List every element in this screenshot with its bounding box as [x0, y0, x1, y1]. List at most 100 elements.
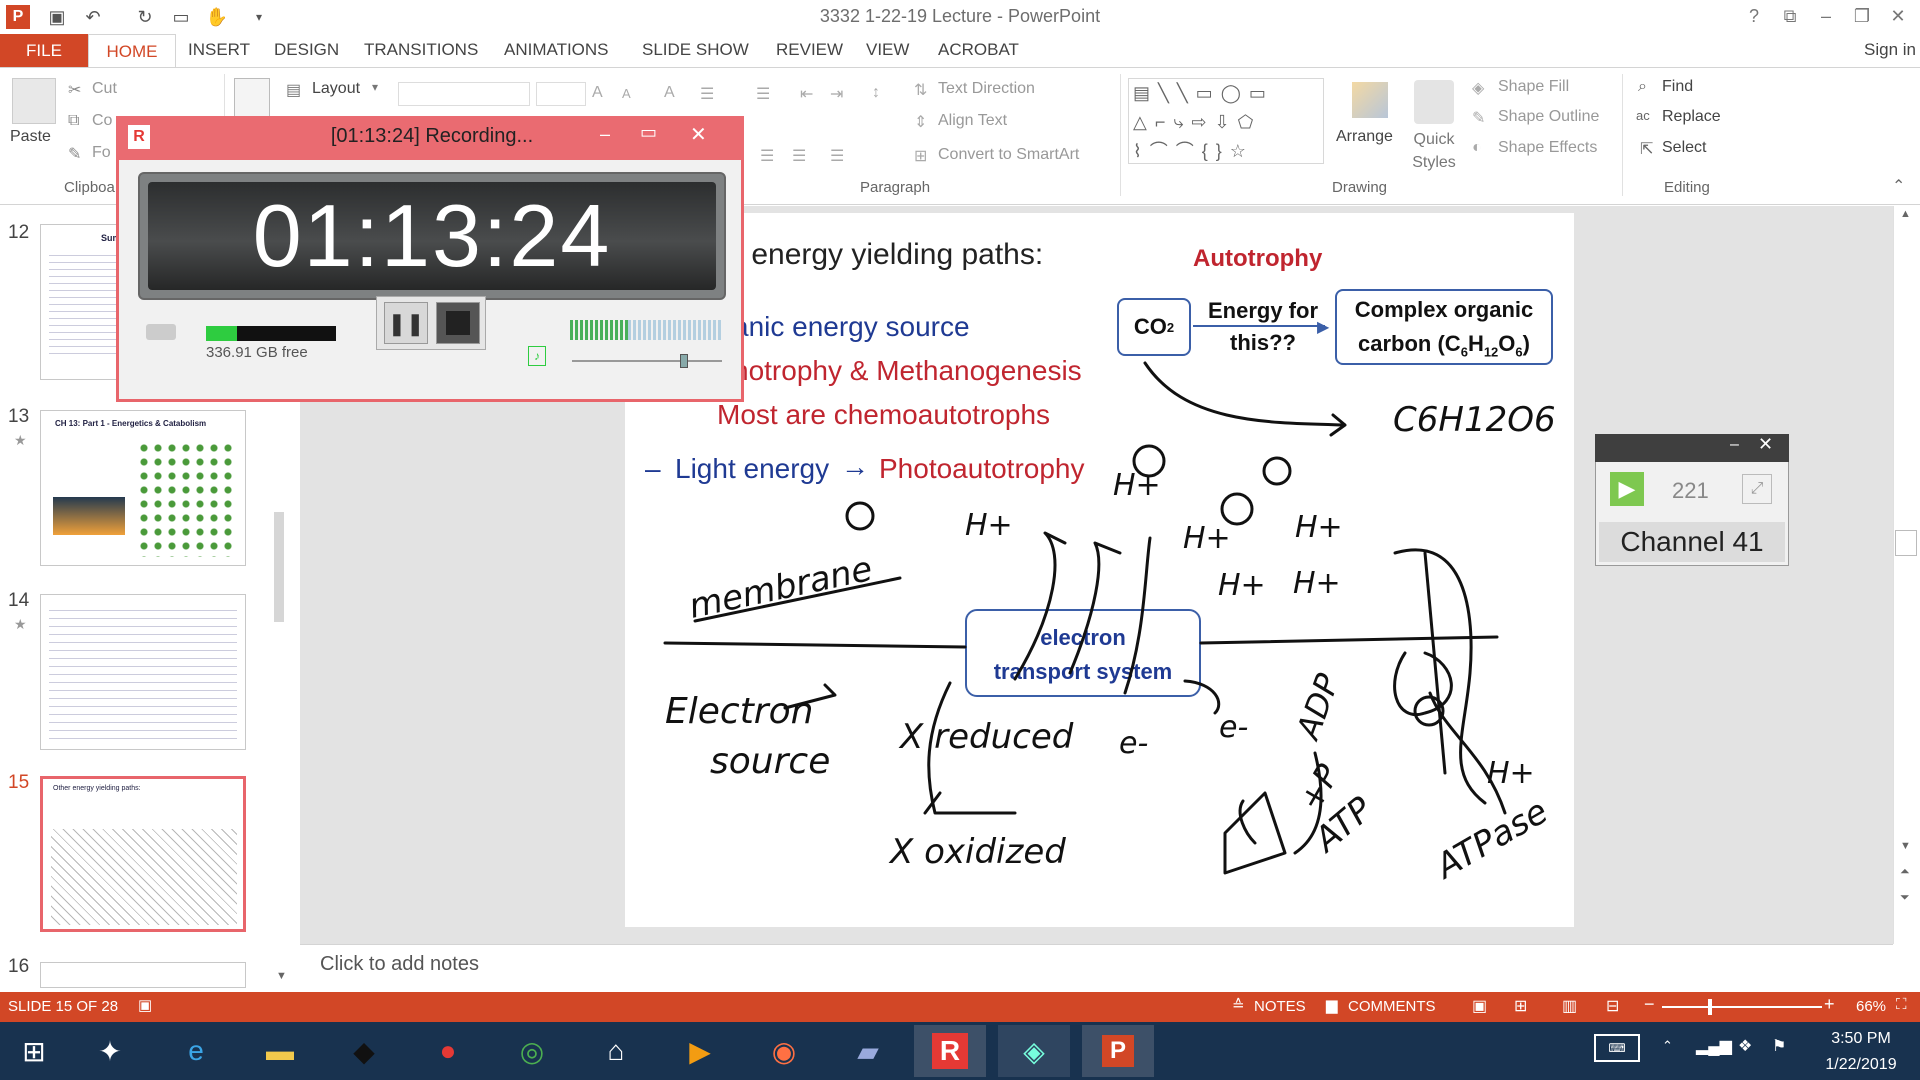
- minimize-icon[interactable]: –: [1808, 2, 1844, 30]
- quick-styles-button[interactable]: Quick Styles: [1412, 128, 1456, 174]
- keyboard-icon[interactable]: ⌨: [1594, 1034, 1640, 1062]
- fit-to-window-icon[interactable]: ⛶: [1896, 996, 1907, 1013]
- shape-outline-button[interactable]: Shape Outline: [1498, 108, 1599, 126]
- tab-file[interactable]: FILE: [0, 34, 88, 68]
- notes-placeholder[interactable]: Click to add notes: [320, 953, 479, 976]
- help-icon[interactable]: ?: [1736, 2, 1772, 30]
- internet-explorer-icon[interactable]: e: [166, 1025, 226, 1077]
- slide-scroll-thumb[interactable]: [1895, 530, 1917, 556]
- zoom-slider-thumb[interactable]: [1708, 999, 1712, 1015]
- network-icon[interactable]: ▂▄▆: [1696, 1036, 1732, 1056]
- windows-start-icon[interactable]: ⊞: [4, 1025, 64, 1077]
- ribbon-display-options-icon[interactable]: ⧉: [1772, 2, 1808, 30]
- taskbar-time[interactable]: 3:50 PM: [1816, 1030, 1906, 1048]
- arrange-button[interactable]: Arrange: [1336, 128, 1393, 146]
- play-icon[interactable]: ▶: [1610, 472, 1644, 506]
- firefox-icon[interactable]: ◉: [754, 1025, 814, 1077]
- shape-fill-button[interactable]: Shape Fill: [1498, 78, 1569, 96]
- home-icon[interactable]: ⌂: [586, 1025, 646, 1077]
- tab-slide-show[interactable]: SLIDE SHOW: [642, 40, 749, 60]
- show-hidden-icons-icon[interactable]: ⌃: [1662, 1038, 1673, 1054]
- font-size-input[interactable]: [536, 82, 586, 106]
- notes-pane[interactable]: [300, 944, 1893, 992]
- text-direction-button[interactable]: Text Direction: [938, 80, 1035, 98]
- media-player-icon[interactable]: ▶: [670, 1025, 730, 1077]
- bullets-icon[interactable]: ☰: [700, 84, 714, 104]
- format-painter-button[interactable]: Fo: [92, 144, 111, 162]
- recorder-minimize-icon[interactable]: –: [600, 124, 610, 145]
- recorder-app-icon[interactable]: R: [914, 1025, 986, 1077]
- numbering-icon[interactable]: ☰: [756, 84, 770, 104]
- zoom-level[interactable]: 66%: [1856, 998, 1886, 1015]
- tab-animations[interactable]: ANIMATIONS: [504, 40, 609, 60]
- shape-effects-button[interactable]: Shape Effects: [1498, 139, 1597, 157]
- copy-button[interactable]: Co: [92, 112, 112, 130]
- chrome-icon[interactable]: ◎: [502, 1025, 562, 1077]
- slide-thumbnail-13[interactable]: CH 13: Part 1 - Energetics & Catabolism: [40, 410, 246, 566]
- scroll-up-icon[interactable]: ▲: [1900, 208, 1911, 220]
- channel-close-icon[interactable]: ✕: [1758, 434, 1773, 455]
- font-name-input[interactable]: [398, 82, 530, 106]
- justify-icon[interactable]: ☰: [792, 146, 806, 166]
- zoom-in-button[interactable]: +: [1824, 994, 1835, 1015]
- shapes-gallery[interactable]: ▤╲╲▭◯▭ △⌐⤷⇨⇩⬠ ⌇⌒⌒{}☆: [1128, 78, 1324, 164]
- slide-thumbnail-14[interactable]: [40, 594, 246, 750]
- paste-clipboard-icon[interactable]: [12, 78, 56, 124]
- tab-home[interactable]: HOME: [88, 34, 176, 68]
- restore-icon[interactable]: ❐: [1844, 2, 1880, 30]
- tab-design[interactable]: DESIGN: [274, 40, 339, 60]
- new-slide-icon[interactable]: [234, 78, 270, 118]
- file-explorer-icon[interactable]: ▬: [250, 1025, 310, 1077]
- notes-button[interactable]: NOTES: [1254, 998, 1306, 1015]
- slide-show-icon[interactable]: ⊟: [1606, 996, 1619, 1016]
- slide-sorter-icon[interactable]: ⊞: [1514, 996, 1527, 1016]
- align-center-icon[interactable]: ☰: [760, 146, 774, 166]
- comments-button[interactable]: COMMENTS: [1348, 998, 1436, 1015]
- align-text-button[interactable]: Align Text: [938, 112, 1007, 130]
- tab-view[interactable]: VIEW: [866, 40, 909, 60]
- app-icon[interactable]: ◈: [998, 1025, 1070, 1077]
- tab-insert[interactable]: INSERT: [188, 40, 250, 60]
- replace-button[interactable]: Replace: [1662, 108, 1721, 126]
- zoom-slider[interactable]: [1662, 1006, 1822, 1008]
- convert-smartart-button[interactable]: Convert to SmartArt: [938, 146, 1079, 164]
- decrease-indent-icon[interactable]: ⇤: [800, 84, 813, 104]
- slide-thumbnail-15-selected[interactable]: Other energy yielding paths:: [40, 776, 246, 932]
- current-slide[interactable]: r energy yielding paths: anic energy sou…: [625, 213, 1574, 927]
- powerpoint-taskbar-icon[interactable]: P: [1082, 1025, 1154, 1077]
- recorder-maximize-icon[interactable]: ▭: [640, 122, 657, 143]
- microphone-icon[interactable]: ♪: [528, 346, 546, 366]
- action-center-flag-icon[interactable]: ⚑: [1772, 1036, 1786, 1056]
- app-icon[interactable]: ◆: [334, 1025, 394, 1077]
- scroll-down-icon[interactable]: ▼: [276, 970, 287, 982]
- notes-app-icon[interactable]: ▰: [838, 1025, 898, 1077]
- columns-icon[interactable]: ☰: [830, 146, 844, 166]
- volume-slider-thumb[interactable]: [680, 354, 688, 368]
- layout-dropdown[interactable]: Layout: [312, 80, 360, 98]
- channel-minimize-icon[interactable]: –: [1730, 436, 1739, 454]
- cloud-app-icon[interactable]: ●: [418, 1025, 478, 1077]
- select-button[interactable]: Select: [1662, 139, 1706, 157]
- cut-button[interactable]: Cut: [92, 80, 117, 98]
- dropbox-icon[interactable]: ❖: [1738, 1036, 1752, 1056]
- thumbnail-scroll-thumb[interactable]: [274, 512, 284, 622]
- recorder-close-icon[interactable]: ✕: [690, 122, 707, 147]
- slide-scrollbar[interactable]: [1893, 206, 1920, 944]
- collapse-ribbon-icon[interactable]: ⌃: [1892, 176, 1905, 196]
- tab-review[interactable]: REVIEW: [776, 40, 843, 60]
- reading-view-icon[interactable]: ▥: [1562, 996, 1577, 1016]
- normal-view-icon[interactable]: ▣: [1472, 996, 1487, 1016]
- find-button[interactable]: Find: [1662, 78, 1693, 96]
- decrease-font-icon[interactable]: A: [622, 86, 631, 101]
- tab-acrobat[interactable]: ACROBAT: [938, 40, 1019, 60]
- increase-font-icon[interactable]: A: [592, 84, 603, 102]
- zoom-out-button[interactable]: −: [1644, 994, 1655, 1015]
- line-spacing-icon[interactable]: ↕: [872, 84, 880, 102]
- stop-button[interactable]: [436, 302, 480, 344]
- popout-icon[interactable]: ⤢: [1742, 474, 1772, 504]
- taskbar-date[interactable]: 1/22/2019: [1816, 1056, 1906, 1074]
- spell-check-icon[interactable]: ▣: [138, 996, 152, 1014]
- previous-slide-icon[interactable]: ⏶: [1900, 864, 1910, 879]
- clear-formatting-icon[interactable]: A: [664, 84, 675, 102]
- volume-slider[interactable]: [572, 360, 722, 362]
